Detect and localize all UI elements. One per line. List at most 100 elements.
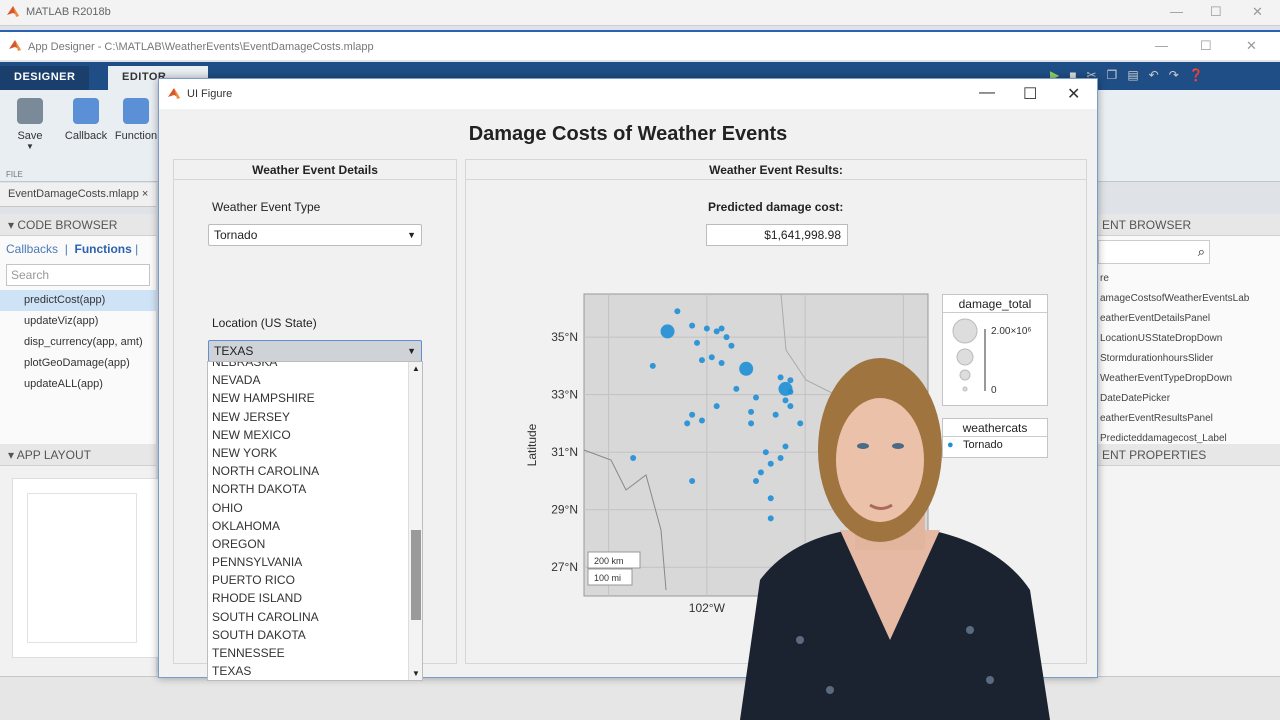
callback-icon (73, 98, 99, 124)
dress-dot (966, 626, 974, 634)
minimize-button[interactable]: — (1170, 4, 1183, 19)
location-option[interactable]: SOUTH DAKOTA (208, 626, 422, 644)
location-option[interactable]: NEW HAMPSHIRE (208, 389, 422, 407)
location-scrollbar[interactable]: ▲ ▼ (408, 362, 422, 680)
location-option[interactable]: NORTH CAROLINA (208, 462, 422, 480)
data-point[interactable] (684, 420, 691, 427)
location-option[interactable]: NORTH DAKOTA (208, 480, 422, 498)
component-search-input[interactable]: ⌕ (1098, 240, 1210, 264)
data-point[interactable] (630, 454, 637, 461)
component-item[interactable]: LocationUSStateDropDown (1098, 328, 1280, 348)
figure-close-button[interactable]: ✕ (1067, 84, 1080, 104)
location-option[interactable]: PENNSYLVANIA (208, 553, 422, 571)
data-point[interactable] (649, 362, 656, 369)
component-item[interactable]: WeatherEventTypeDropDown (1098, 368, 1280, 388)
location-option[interactable]: OREGON (208, 535, 422, 553)
tab-functions[interactable]: Functions (74, 242, 131, 256)
data-point[interactable] (689, 322, 696, 329)
matlab-titlebar: MATLAB R2018b — ☐ ✕ (0, 0, 1280, 26)
function-item[interactable]: disp_currency(app, amt) (0, 332, 156, 353)
presenter-eye-right (892, 443, 904, 449)
code-browser-tabs: Callbacks | Functions | (6, 242, 139, 256)
close-button[interactable]: ✕ (1252, 4, 1263, 20)
help-icon[interactable]: ❓ (1189, 68, 1204, 86)
component-item[interactable]: DateDatePicker (1098, 388, 1280, 408)
data-point[interactable] (689, 477, 696, 484)
ad-close-button[interactable]: ✕ (1246, 38, 1257, 54)
size-legend-max: 2.00×10⁶ (991, 326, 1032, 337)
component-item[interactable]: StormdurationhoursSlider (1098, 348, 1280, 368)
save-button[interactable]: Save ▼ (0, 98, 60, 151)
app-layout-header[interactable]: ▾ APP LAYOUT (0, 444, 156, 466)
scroll-up-icon[interactable]: ▲ (412, 364, 420, 373)
figure-maximize-button[interactable]: ☐ (1023, 84, 1037, 104)
code-search-input[interactable]: Search (6, 264, 150, 286)
maximize-button[interactable]: ☐ (1210, 4, 1222, 20)
code-browser-title: CODE BROWSER (17, 218, 118, 232)
y-tick-label: 29°N (551, 503, 578, 517)
location-option[interactable]: TENNESSEE (208, 644, 422, 662)
location-option[interactable]: TEXAS (208, 662, 422, 680)
code-browser-header[interactable]: ▾ CODE BROWSER (0, 214, 156, 236)
scale-mi-label: 100 mi (594, 573, 621, 583)
matlab-title: MATLAB R2018b (26, 6, 111, 18)
layout-thumbnail[interactable] (12, 478, 162, 658)
location-option[interactable]: OHIO (208, 499, 422, 517)
search-icon: ⌕ (1197, 244, 1205, 259)
location-option[interactable]: NEBRASKA (208, 362, 422, 371)
function-item[interactable]: plotGeoDamage(app) (0, 353, 156, 374)
location-option[interactable]: RHODE ISLAND (208, 589, 422, 607)
qa-paste-icon[interactable]: ▤ (1127, 68, 1138, 86)
location-option[interactable]: NEW MEXICO (208, 426, 422, 444)
tab-designer[interactable]: DESIGNER (0, 66, 90, 90)
component-item[interactable]: re (1098, 268, 1280, 288)
scrollbar-thumb[interactable] (411, 530, 421, 620)
save-dropdown-arrow-icon[interactable]: ▼ (0, 142, 60, 151)
options-container: NEBRASKA NEVADA NEW HAMPSHIRE NEW JERSEY… (208, 362, 422, 680)
component-item[interactable]: amageCostsofWeatherEventsLab (1098, 288, 1280, 308)
component-properties-header[interactable]: ENT PROPERTIES (1098, 444, 1280, 466)
predicted-cost-field[interactable]: $1,641,998.98 (706, 224, 848, 246)
app-layout-title: APP LAYOUT (16, 448, 91, 462)
results-panel-header: Weather Event Results: (466, 160, 1086, 180)
data-point[interactable] (660, 324, 675, 339)
data-point[interactable] (703, 325, 710, 332)
location-options-list[interactable]: NEBRASKA NEVADA NEW HAMPSHIRE NEW JERSEY… (207, 361, 423, 681)
qa-undo-icon[interactable]: ↶ (1149, 68, 1159, 86)
function-item[interactable]: updateALL(app) (0, 374, 156, 395)
location-option[interactable]: NEW JERSEY (208, 408, 422, 426)
location-option[interactable]: SOUTH CAROLINA (208, 608, 422, 626)
ad-maximize-button[interactable]: ☐ (1200, 38, 1212, 54)
file-tab[interactable]: EventDamageCosts.mlapp × (0, 183, 156, 207)
event-type-dropdown[interactable]: Tornado ▼ (208, 224, 422, 246)
data-point[interactable] (689, 411, 696, 418)
location-option[interactable]: OKLAHOMA (208, 517, 422, 535)
scroll-down-icon[interactable]: ▼ (412, 669, 420, 678)
event-type-value: Tornado (214, 228, 258, 242)
data-point[interactable] (674, 308, 681, 315)
component-item[interactable]: eatherEventDetailsPanel (1098, 308, 1280, 328)
figure-minimize-button[interactable]: — (979, 84, 995, 102)
location-option[interactable]: PUERTO RICO (208, 571, 422, 589)
presenter-video-overlay (740, 358, 1050, 720)
code-browser-panel: ▾ CODE BROWSER Callbacks | Functions | S… (0, 214, 156, 444)
y-tick-label: 31°N (551, 445, 578, 459)
y-tick-labels: 35°N 33°N 31°N 29°N 27°N (551, 330, 578, 574)
thumbnail-panel (27, 493, 137, 643)
component-item[interactable]: eatherEventResultsPanel (1098, 408, 1280, 428)
function-label: Function (114, 130, 158, 142)
function-item[interactable]: updateViz(app) (0, 311, 156, 332)
qa-copy-icon[interactable]: ❐ (1107, 68, 1118, 86)
data-point[interactable] (718, 325, 725, 332)
qa-redo-icon[interactable]: ↷ (1169, 68, 1179, 86)
component-browser-header[interactable]: ENT BROWSER (1098, 214, 1280, 236)
tab-callbacks[interactable]: Callbacks (6, 242, 58, 256)
function-item[interactable]: predictCost(app) (0, 290, 156, 311)
callback-button[interactable]: Callback (56, 98, 116, 142)
ad-minimize-button[interactable]: — (1155, 38, 1168, 53)
location-dropdown[interactable]: TEXAS ▼ (208, 340, 422, 362)
file-group-label: FILE (6, 170, 23, 179)
location-option[interactable]: NEVADA (208, 371, 422, 389)
function-button[interactable]: Function (112, 98, 160, 142)
location-option[interactable]: NEW YORK (208, 444, 422, 462)
